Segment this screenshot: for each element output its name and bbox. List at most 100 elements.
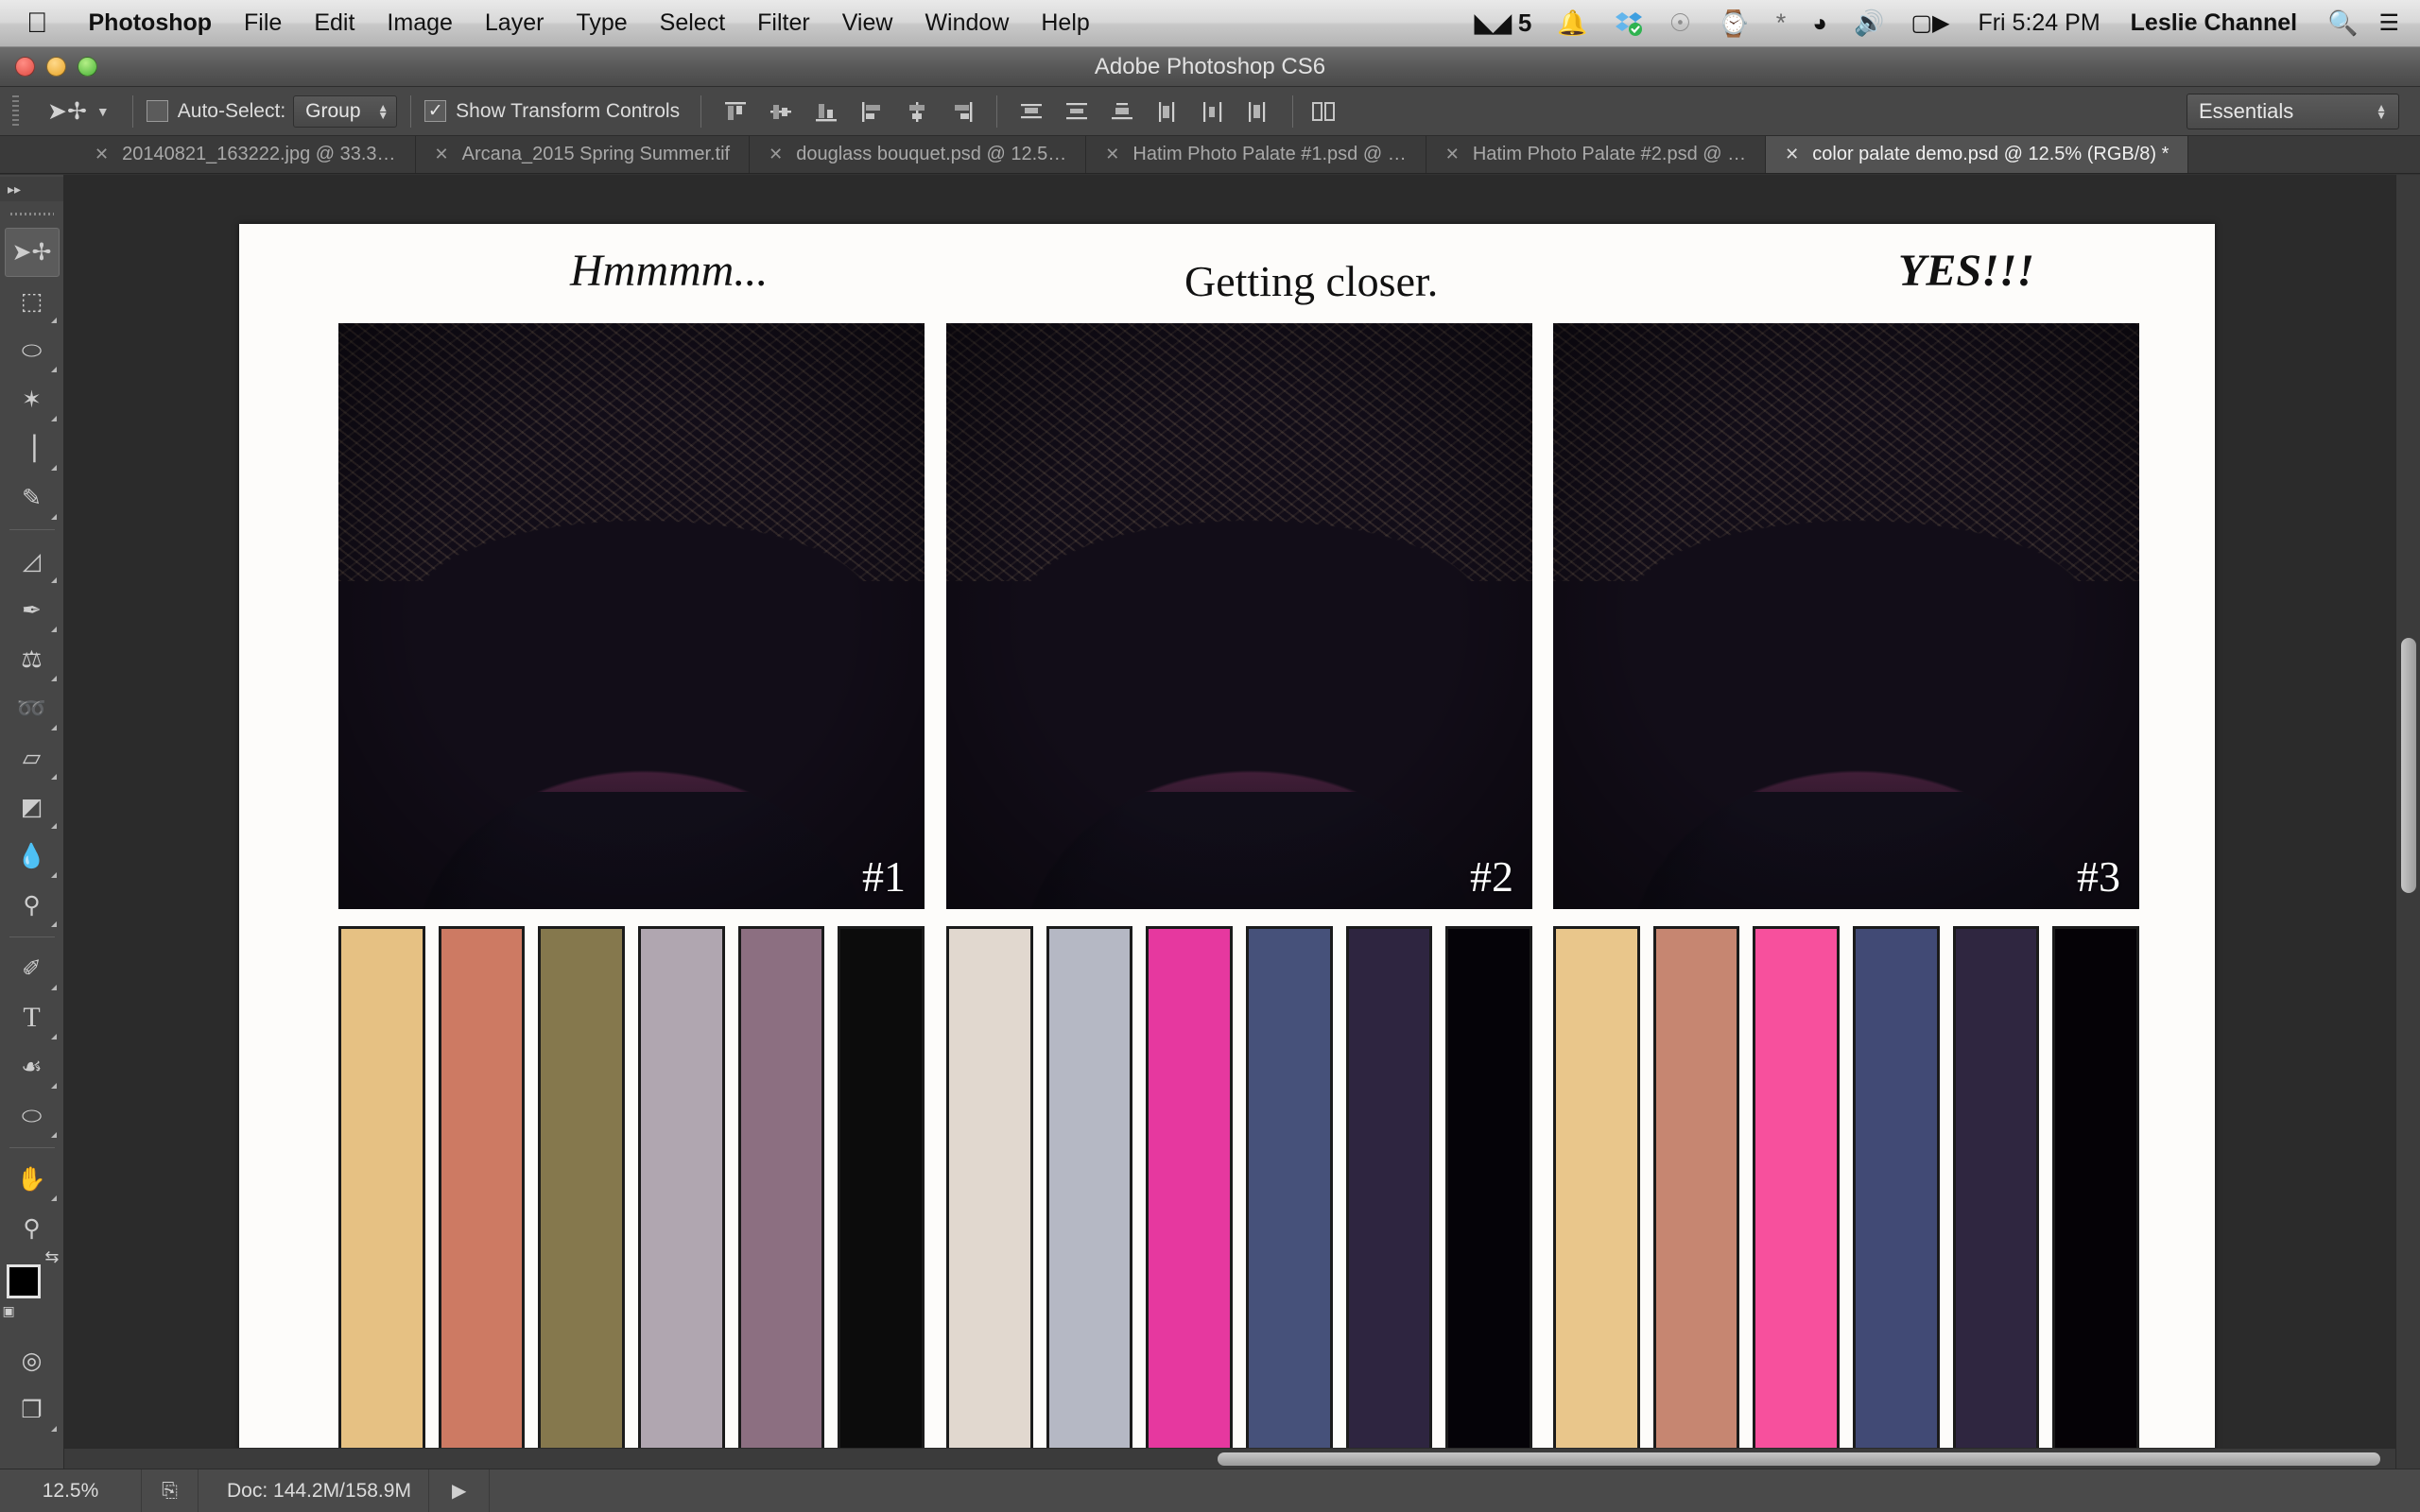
- swatch-chip[interactable]: [538, 926, 625, 1469]
- quick-mask-mode-button[interactable]: ◎: [5, 1336, 60, 1385]
- tool-eraser[interactable]: ▱: [5, 733, 60, 782]
- auto-select-scope-dropdown[interactable]: Group ▲▼: [293, 95, 397, 128]
- minimize-button[interactable]: [46, 57, 66, 77]
- close-icon[interactable]: ✕: [435, 145, 449, 164]
- close-icon[interactable]: ✕: [1445, 145, 1460, 164]
- align-top-edges-button[interactable]: [718, 95, 752, 128]
- screen-mode-button[interactable]: ❐: [5, 1385, 60, 1435]
- photo-thumbnail-3[interactable]: #3: [1553, 323, 2139, 909]
- collapse-toolbox-button[interactable]: ▸▸: [0, 177, 63, 201]
- distribute-horizontal-centers-button[interactable]: [1196, 95, 1230, 128]
- tool-pen[interactable]: ✐: [5, 944, 60, 993]
- tool-horizontal-type[interactable]: T: [5, 993, 60, 1042]
- options-bar-grip[interactable]: [8, 95, 23, 128]
- swatch-chip[interactable]: [738, 926, 825, 1469]
- tool-crop[interactable]: ⎟: [5, 424, 60, 473]
- tool-zoom[interactable]: ⚲: [5, 1204, 60, 1253]
- distribute-right-edges-button[interactable]: [1241, 95, 1275, 128]
- wifi-icon[interactable]: ◕: [1799, 9, 1841, 38]
- menu-item-layer[interactable]: Layer: [469, 9, 561, 37]
- close-icon[interactable]: ✕: [1785, 145, 1799, 164]
- auto-select-checkbox[interactable]: [147, 100, 168, 122]
- menu-item-image[interactable]: Image: [371, 9, 468, 37]
- foreground-color-swatch[interactable]: [7, 1264, 41, 1298]
- current-tool-preset[interactable]: ➤✢ ▼: [32, 97, 119, 126]
- swatch-chip[interactable]: [638, 926, 725, 1469]
- document-tab-5[interactable]: ✕ Hatim Photo Palate #2.psd @ …: [1426, 136, 1766, 173]
- tool-gradient[interactable]: ◩: [5, 782, 60, 832]
- swatch-chip[interactable]: [1046, 926, 1133, 1469]
- swatch-chip[interactable]: [1653, 926, 1740, 1469]
- document-info-field[interactable]: Doc: 144.2M/158.9M: [199, 1469, 429, 1512]
- swatch-chip[interactable]: [439, 926, 526, 1469]
- swatch-chip[interactable]: [1346, 926, 1433, 1469]
- tool-eyedropper[interactable]: ✎: [5, 473, 60, 523]
- distribute-bottom-edges-button[interactable]: [1105, 95, 1139, 128]
- tool-brush[interactable]: ✒: [5, 586, 60, 635]
- workspace-switcher[interactable]: Essentials ▲▼: [2187, 94, 2399, 129]
- distribute-top-edges-button[interactable]: [1014, 95, 1048, 128]
- menu-item-type[interactable]: Type: [560, 9, 643, 37]
- bell-icon[interactable]: 🔔: [1544, 9, 1600, 38]
- tool-hand[interactable]: ✋: [5, 1155, 60, 1204]
- zoom-button[interactable]: [78, 57, 97, 77]
- show-transform-controls-checkbox[interactable]: ✓: [424, 100, 446, 122]
- close-icon[interactable]: ✕: [1105, 145, 1119, 164]
- align-horizontal-centers-button[interactable]: [900, 95, 934, 128]
- document-tab-6-active[interactable]: ✕ color palate demo.psd @ 12.5% (RGB/8) …: [1766, 136, 2188, 173]
- battery-icon[interactable]: ▢▶: [1897, 9, 1962, 37]
- dropbox-icon[interactable]: [1601, 10, 1656, 37]
- spotlight-search-icon[interactable]: 🔍: [2312, 9, 2373, 38]
- tool-ellipse-shape[interactable]: ⬭: [5, 1091, 60, 1141]
- close-icon[interactable]: ✕: [769, 145, 783, 164]
- menu-bar-clock[interactable]: Fri 5:24 PM: [1962, 9, 2115, 37]
- volume-icon[interactable]: 🔊: [1841, 9, 1897, 38]
- tool-lasso[interactable]: ⬭: [5, 326, 60, 375]
- swatch-chip[interactable]: [1853, 926, 1940, 1469]
- menu-item-edit[interactable]: Edit: [298, 9, 371, 37]
- apple-menu-icon[interactable]: : [26, 9, 48, 38]
- tool-blur[interactable]: 💧: [5, 832, 60, 881]
- document-tab-4[interactable]: ✕ Hatim Photo Palate #1.psd @ …: [1086, 136, 1426, 173]
- tool-dodge[interactable]: ⚲: [5, 881, 60, 930]
- adobe-cc-badge-icon[interactable]: ◣◢ 5: [1461, 9, 1544, 38]
- tool-move[interactable]: ➤✢: [5, 228, 60, 277]
- swatch-chip[interactable]: [1753, 926, 1840, 1469]
- menu-item-window[interactable]: Window: [908, 9, 1025, 37]
- align-bottom-edges-button[interactable]: [809, 95, 843, 128]
- zoom-level-field[interactable]: 12.5%: [0, 1469, 142, 1512]
- photo-thumbnail-1[interactable]: #1: [338, 323, 925, 909]
- swap-colors-icon[interactable]: ⇆: [44, 1247, 59, 1267]
- menu-item-view[interactable]: View: [826, 9, 909, 37]
- menu-item-photoshop[interactable]: Photoshop: [73, 9, 229, 37]
- distribute-left-edges-button[interactable]: [1150, 95, 1184, 128]
- photo-thumbnail-2[interactable]: #2: [946, 323, 1532, 909]
- tool-magic-wand[interactable]: ✶: [5, 375, 60, 424]
- tool-path-selection[interactable]: ☙: [5, 1042, 60, 1091]
- menu-bar-user[interactable]: Leslie Channel: [2116, 9, 2312, 37]
- swatch-chip[interactable]: [1246, 926, 1333, 1469]
- swatch-chip[interactable]: [946, 926, 1033, 1469]
- horizontal-scrollbar-thumb[interactable]: [1218, 1452, 2380, 1466]
- tool-spot-healing-brush[interactable]: ◿: [5, 537, 60, 586]
- tool-clone-stamp[interactable]: ⚖: [5, 635, 60, 684]
- document-proxy-icon[interactable]: ⎘: [142, 1469, 199, 1512]
- vertical-scrollbar[interactable]: [2395, 175, 2420, 1469]
- swatch-chip[interactable]: [1445, 926, 1532, 1469]
- auto-align-layers-button[interactable]: [1306, 95, 1340, 128]
- swatch-chip[interactable]: [1953, 926, 2040, 1469]
- menu-item-help[interactable]: Help: [1025, 9, 1105, 37]
- swatch-chip[interactable]: [1146, 926, 1233, 1469]
- time-machine-icon[interactable]: ⌚: [1704, 9, 1763, 39]
- menu-item-filter[interactable]: Filter: [741, 9, 826, 37]
- tool-history-brush[interactable]: ➿: [5, 684, 60, 733]
- swatch-chip[interactable]: [838, 926, 925, 1469]
- close-icon[interactable]: ✕: [95, 145, 109, 164]
- horizontal-scrollbar[interactable]: [64, 1448, 2395, 1469]
- reset-colors-icon[interactable]: ▣: [3, 1303, 15, 1319]
- vertical-scrollbar-thumb[interactable]: [2401, 638, 2416, 893]
- toolbox-grip[interactable]: [10, 207, 54, 220]
- swatch-chip[interactable]: [338, 926, 425, 1469]
- notification-center-icon[interactable]: ☰: [2373, 9, 2420, 37]
- swatch-chip[interactable]: [2052, 926, 2139, 1469]
